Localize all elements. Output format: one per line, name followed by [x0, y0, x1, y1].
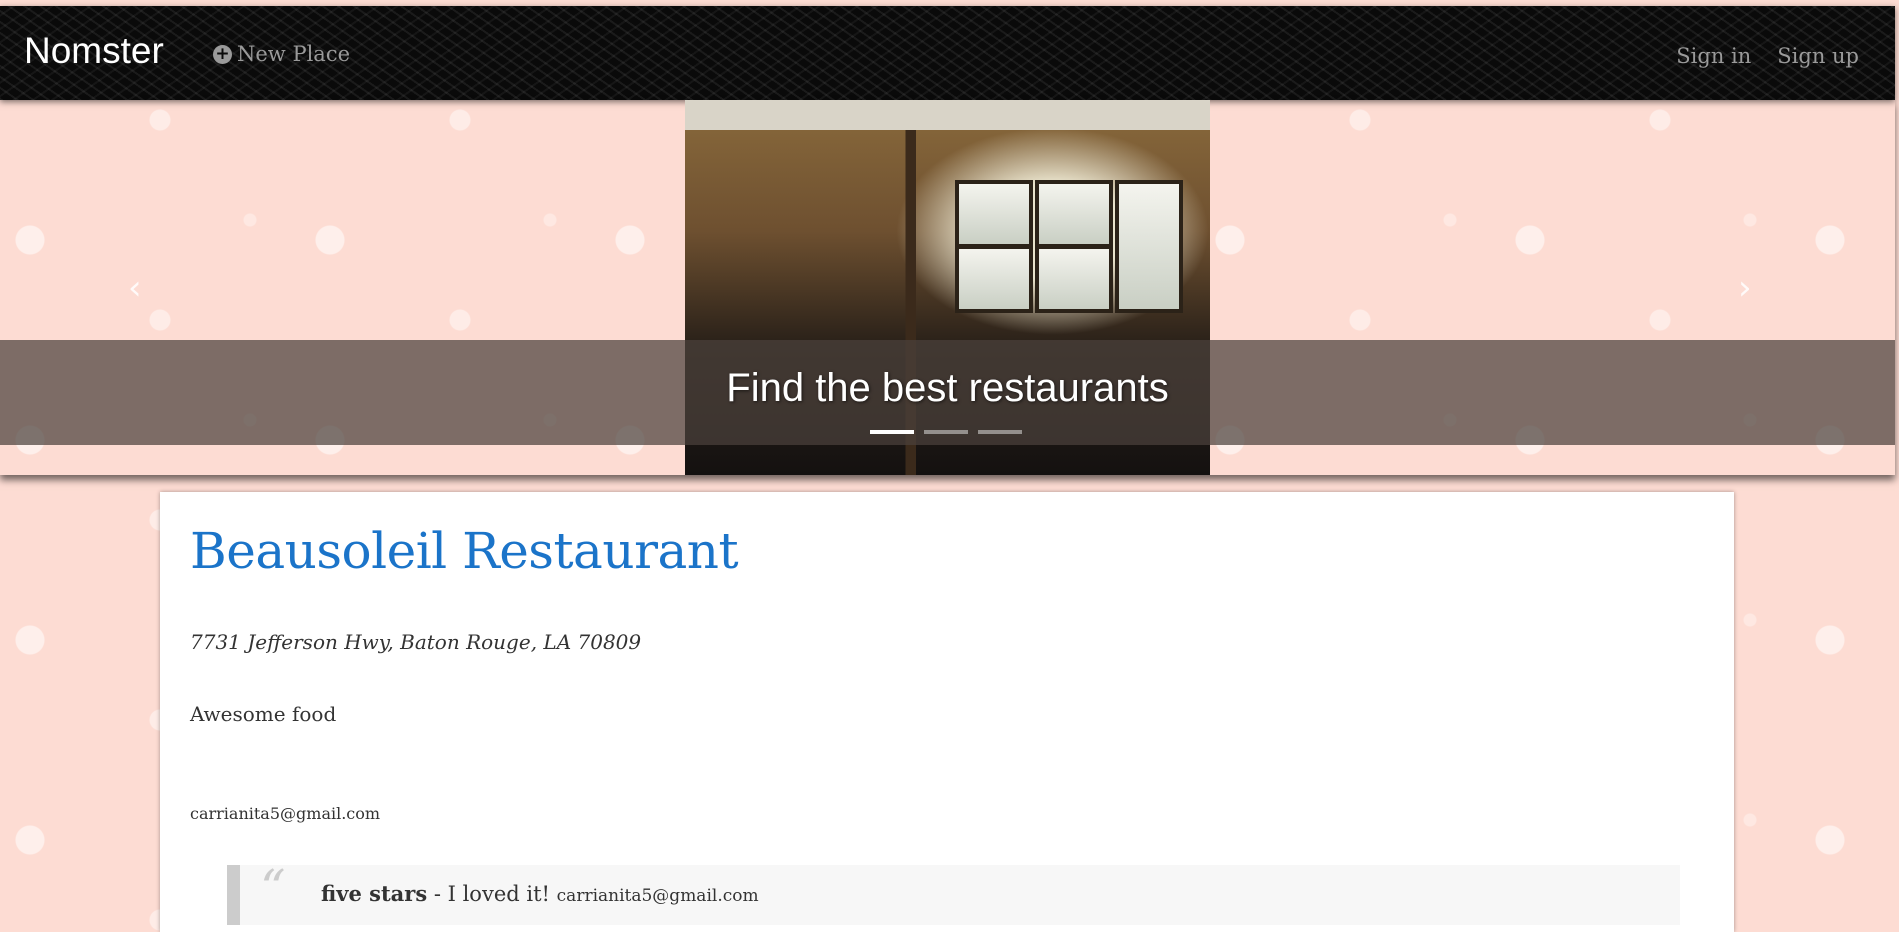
auth-links: Sign in Sign up [1676, 44, 1859, 68]
photo-window [1035, 245, 1113, 313]
place-title: Beausoleil Restaurant [190, 522, 739, 580]
navbar: Nomster + New Place Sign in Sign up [0, 6, 1895, 100]
carousel-indicator[interactable] [924, 430, 968, 434]
comment-line: five stars - I loved it! carrianita5@gma… [321, 881, 759, 906]
carousel-indicator[interactable] [978, 430, 1022, 434]
plus-circle-icon: + [213, 44, 232, 64]
photo-window [1035, 180, 1113, 248]
sign-up-link[interactable]: Sign up [1777, 44, 1859, 68]
photo-window [955, 180, 1033, 248]
place-description: Awesome food [190, 702, 337, 726]
carousel-prev-icon[interactable]: ‹ [128, 268, 142, 308]
comment-rating: five stars [321, 881, 428, 906]
carousel-indicators [870, 430, 1022, 434]
place-card: Beausoleil Restaurant 7731 Jefferson Hwy… [160, 492, 1734, 932]
quote-icon: “ [260, 859, 286, 917]
comment-message: I loved it! [447, 882, 550, 906]
comment-separator: - [427, 882, 448, 906]
photo-window [955, 245, 1033, 313]
new-place-link[interactable]: + New Place [213, 42, 350, 66]
sign-in-link[interactable]: Sign in [1676, 44, 1751, 68]
brand-logo[interactable]: Nomster [24, 30, 164, 72]
owner-email: carrianita5@gmail.com [190, 804, 381, 823]
carousel-caption: Find the best restaurants [726, 366, 1169, 410]
carousel-indicator[interactable] [870, 430, 914, 434]
carousel-next-icon[interactable]: › [1738, 268, 1752, 308]
comment-item: “ five stars - I loved it! carrianita5@g… [227, 859, 1680, 925]
hero-carousel: ‹ › Find the best restaurants [0, 100, 1895, 475]
comment-author-email: carrianita5@gmail.com [556, 886, 759, 906]
new-place-label: New Place [237, 42, 351, 66]
place-address: 7731 Jefferson Hwy, Baton Rouge, LA 7080… [190, 630, 642, 654]
photo-window [1115, 180, 1183, 313]
